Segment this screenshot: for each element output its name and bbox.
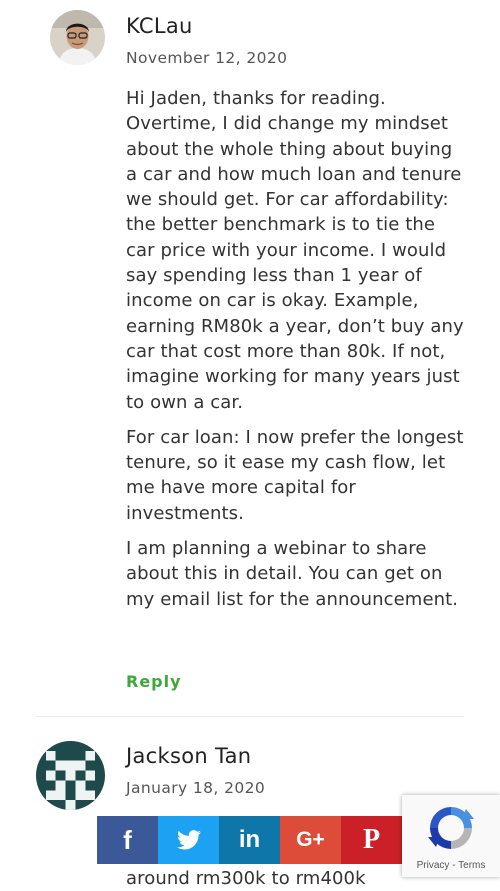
avatar[interactable] bbox=[36, 741, 105, 810]
twitter-icon bbox=[176, 830, 201, 850]
pinterest-icon: P bbox=[362, 824, 381, 855]
google-plus-share-button[interactable]: G+ bbox=[280, 816, 341, 864]
comment-date[interactable]: January 18, 2020 bbox=[126, 779, 265, 797]
recaptcha-links: Privacy - Terms bbox=[402, 860, 500, 871]
linkedin-share-button[interactable]: in bbox=[219, 816, 280, 864]
social-share-bar: f in G+ P bbox=[97, 816, 402, 864]
recaptcha-badge[interactable]: Privacy - Terms bbox=[402, 795, 500, 877]
recaptcha-privacy-link[interactable]: Privacy bbox=[417, 860, 450, 871]
avatar[interactable] bbox=[50, 10, 105, 65]
comment-body: Hi Jaden, thanks for reading. Overtime, … bbox=[126, 86, 466, 622]
reply-link[interactable]: Reply bbox=[126, 672, 182, 691]
twitter-share-button[interactable] bbox=[158, 816, 219, 864]
recaptcha-terms-link[interactable]: Terms bbox=[458, 860, 485, 871]
facebook-share-button[interactable]: f bbox=[97, 816, 158, 864]
comment-date[interactable]: November 12, 2020 bbox=[126, 49, 287, 67]
comment-divider bbox=[36, 716, 464, 717]
comment-paragraph: Hi Jaden, thanks for reading. Overtime, … bbox=[126, 88, 464, 413]
pinterest-share-button[interactable]: P bbox=[341, 816, 402, 864]
comment-paragraph: For car loan: I now prefer the longest t… bbox=[126, 426, 464, 524]
recaptcha-separator: - bbox=[449, 860, 459, 871]
comment-author: KCLau bbox=[126, 14, 193, 38]
linkedin-icon: in bbox=[238, 826, 261, 853]
comment-paragraph: I am planning a webinar to share about t… bbox=[126, 538, 459, 610]
facebook-icon: f bbox=[123, 824, 132, 855]
comment-author: Jackson Tan bbox=[126, 744, 252, 768]
recaptcha-icon bbox=[428, 807, 474, 849]
google-plus-icon: G+ bbox=[296, 828, 325, 851]
